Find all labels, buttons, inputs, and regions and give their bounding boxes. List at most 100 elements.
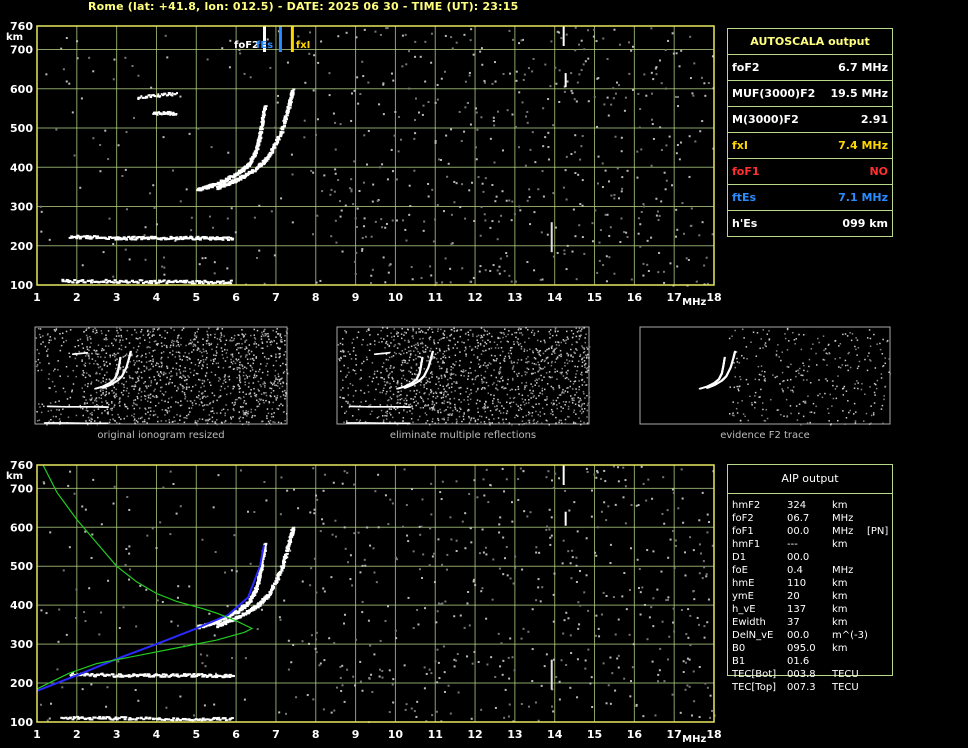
- noise-dot: [589, 682, 592, 685]
- noise-dot: [624, 522, 627, 525]
- thumbnail-noise: [265, 423, 268, 425]
- noise-dot: [152, 184, 155, 187]
- noise-dot: [709, 716, 712, 719]
- noise-dot: [562, 186, 565, 189]
- noise-dot: [231, 657, 234, 660]
- thumbnail-noise: [40, 343, 42, 345]
- noise-dot: [509, 72, 512, 75]
- thumbnail-noise: [371, 362, 374, 364]
- thumbnail-noise: [172, 350, 174, 352]
- noise-dot: [508, 677, 511, 680]
- thumbnail-noise: [217, 362, 220, 365]
- noise-dot: [569, 634, 572, 637]
- noise-dot: [226, 217, 229, 220]
- thumbnail-noise: [132, 347, 135, 349]
- noise-dot: [461, 183, 464, 186]
- trace-dot: [276, 575, 280, 578]
- noise-dot: [642, 482, 645, 485]
- noise-dot: [314, 133, 317, 136]
- thumbnail-noise: [216, 412, 218, 414]
- trace-dot: [84, 718, 88, 721]
- noise-dot: [67, 484, 70, 487]
- noise-dot: [179, 695, 182, 698]
- noise-dot: [652, 597, 655, 600]
- noise-dot: [491, 82, 494, 85]
- thumbnail-noise: [243, 401, 245, 404]
- thumbnail-noise: [276, 333, 279, 335]
- noise-dot: [472, 276, 475, 279]
- thumbnail-noise: [175, 372, 178, 375]
- noise-dot: [480, 206, 483, 209]
- noise-dot: [321, 190, 324, 193]
- satellite-trace: [141, 96, 144, 99]
- noise-dot: [610, 194, 613, 197]
- thumbnail-noise: [223, 379, 225, 382]
- noise-dot: [605, 280, 608, 283]
- thumbnail-noise: [191, 385, 194, 388]
- noise-dot: [690, 224, 693, 227]
- noise-dot: [647, 478, 650, 481]
- noise-dot: [499, 257, 502, 260]
- noise-dot: [49, 531, 52, 534]
- noise-dot: [179, 505, 182, 508]
- thumbnail-noise: [100, 388, 102, 390]
- noise-dot: [523, 73, 526, 76]
- thumbnail-noise: [578, 327, 581, 330]
- es-trace: [85, 234, 89, 237]
- thumbnail-noise: [145, 356, 147, 358]
- thumbnail-noise: [251, 416, 253, 419]
- thumbnail-noise: [195, 335, 198, 337]
- thumbnail-noise: [237, 358, 240, 361]
- thumbnail-noise: [93, 362, 95, 365]
- thumbnail-noise: [513, 343, 515, 346]
- thumbnail-noise: [120, 348, 123, 351]
- noise-dot: [212, 506, 215, 509]
- noise-dot: [464, 80, 467, 83]
- thumbnail-noise: [222, 357, 225, 360]
- thumbnail-noise: [286, 332, 288, 334]
- noise-dot: [40, 210, 43, 213]
- noise-dot: [455, 41, 458, 44]
- noise-dot: [672, 492, 675, 495]
- noise-dot: [613, 197, 616, 200]
- thumbnail-noise: [265, 399, 267, 402]
- noise-dot: [655, 73, 658, 76]
- thumbnail-noise: [152, 365, 154, 368]
- noise-dot: [476, 128, 479, 131]
- noise-dot: [185, 188, 188, 191]
- noise-dot: [617, 654, 620, 657]
- thumbnail-noise: [164, 330, 166, 332]
- noise-dot: [441, 563, 444, 566]
- thumbnail-noise: [254, 341, 256, 343]
- thumbnail-noise: [149, 360, 152, 362]
- thumbnail-noise: [91, 352, 93, 355]
- y-tick-label: 600: [10, 521, 33, 534]
- thumbnail-noise: [109, 354, 111, 357]
- trace-dot: [230, 717, 234, 720]
- thumbnail-noise: [263, 401, 265, 404]
- noise-dot: [386, 605, 389, 608]
- noise-dot: [84, 508, 87, 511]
- noise-dot: [511, 501, 514, 504]
- thumbnail-noise: [277, 378, 279, 381]
- thumbnail-noise: [278, 380, 281, 382]
- noise-dot: [349, 554, 352, 557]
- noise-dot: [177, 585, 180, 588]
- noise-dot: [674, 235, 677, 238]
- noise-dot: [450, 242, 453, 245]
- thumbnail-noise: [221, 354, 224, 356]
- noise-dot: [521, 568, 524, 571]
- noise-dot: [128, 578, 131, 581]
- thumbnail-noise: [163, 344, 166, 347]
- thumbnail-noise: [173, 416, 175, 419]
- thumbnail-noise: [278, 404, 281, 407]
- noise-dot: [303, 119, 306, 122]
- thumbnail-noise: [460, 374, 462, 377]
- noise-dot: [541, 170, 544, 173]
- thumbnail-noise: [233, 409, 235, 412]
- thumbnail-noise: [136, 380, 139, 383]
- thumbnail-noise: [230, 358, 232, 361]
- thumbnail-noise: [281, 390, 284, 393]
- thumbnail-noise: [171, 353, 174, 356]
- thumbnail-noise: [236, 359, 238, 362]
